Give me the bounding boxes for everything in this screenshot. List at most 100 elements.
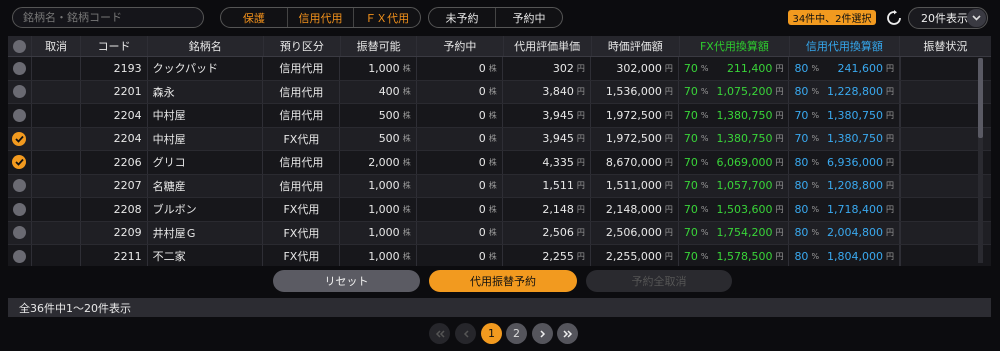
table-row[interactable]: 2204 中村屋 FX代用 500 株 0 株 3,945 円 1,972,500 円 70% 1,38… xyxy=(8,127,991,151)
unit-yen: 円 xyxy=(775,63,784,73)
table-row[interactable]: 2204 中村屋 信用代用 500 株 0 株 3,945 円 1,972,500 円 70% 1,38… xyxy=(8,104,991,128)
unit-yen: 円 xyxy=(576,181,585,191)
unchecked-icon[interactable] xyxy=(12,226,26,240)
row-select-checkbox[interactable] xyxy=(8,221,32,244)
filter-reserved-button[interactable]: 予約中 xyxy=(496,8,562,27)
kubun-cell: FX代用 xyxy=(263,245,341,266)
unit-price-cell: 3,945 円 xyxy=(503,104,591,127)
unit-pct: % xyxy=(700,87,709,97)
last-page-icon[interactable] xyxy=(557,323,578,344)
table-row[interactable]: 2206 グリコ 信用代用 2,000 株 0 株 4,335 円 8,670,000 円 70% 6,… xyxy=(8,151,991,175)
unit-yen: 円 xyxy=(576,251,585,261)
fx-amount-value: 211,400 xyxy=(726,61,773,75)
credit-pct-value: 70 xyxy=(794,108,809,122)
filter-hogo-button[interactable]: 保護 xyxy=(221,8,288,27)
row-select-checkbox[interactable] xyxy=(8,174,32,197)
unit-pct: % xyxy=(700,110,709,120)
cancel-all-button[interactable]: 予約全取消 xyxy=(586,270,732,292)
unit-yen: 円 xyxy=(775,251,784,261)
filter-fx-button[interactable]: ＦＸ代用 xyxy=(354,8,420,27)
name-cell: 井村屋Ｇ xyxy=(148,221,264,244)
row-select-checkbox[interactable] xyxy=(8,57,32,80)
unit-yen: 円 xyxy=(885,63,894,73)
credit-pct-value: 80 xyxy=(794,226,809,240)
reserve-transfer-button[interactable]: 代用振替予約 xyxy=(429,270,577,292)
unchecked-icon[interactable] xyxy=(12,61,26,75)
select-all-checkbox[interactable] xyxy=(8,36,32,56)
credit-pct-cell: 80% xyxy=(789,57,837,80)
unit-pct: % xyxy=(700,134,709,144)
unit-kabu: 株 xyxy=(488,204,497,214)
credit-amount-value: 1,718,400 xyxy=(827,202,883,216)
unchecked-icon[interactable] xyxy=(12,249,26,263)
reserved-value: 0 xyxy=(478,108,486,122)
table-row[interactable]: 2208 ブルボン FX代用 1,000 株 0 株 2,148 円 2,148,000 円 70% 1… xyxy=(8,198,991,222)
reserved-cell: 0株 xyxy=(417,221,503,244)
row-select-checkbox[interactable] xyxy=(8,127,32,150)
unit-yen: 円 xyxy=(775,87,784,97)
table-row[interactable]: 2201 森永 信用代用 400 株 0 株 3,840 円 1,536,000 円 70% 1,075… xyxy=(8,80,991,104)
table-row[interactable]: 2209 井村屋Ｇ FX代用 1,000 株 0 株 2,506 円 2,506,000 円 70% 1… xyxy=(8,221,991,245)
credit-amount-cell: 1,380,750 円 xyxy=(827,104,900,127)
table-row[interactable]: 2207 名糖産 信用代用 1,000 株 0 株 1,511 円 1,511,000 円 70% 1,… xyxy=(8,174,991,198)
unchecked-icon[interactable] xyxy=(12,108,26,122)
page-2-button[interactable]: 2 xyxy=(506,323,527,344)
unit-yen: 円 xyxy=(576,87,585,97)
row-select-checkbox[interactable] xyxy=(8,80,32,103)
market-value: 2,148,000 xyxy=(605,202,662,216)
refresh-icon[interactable] xyxy=(884,8,904,28)
unchecked-icon[interactable] xyxy=(12,85,26,99)
unit-price-cell: 2,255 円 xyxy=(503,245,591,266)
unit-yen: 円 xyxy=(885,228,894,238)
prev-page-icon[interactable] xyxy=(455,323,476,344)
page-1-button[interactable]: 1 xyxy=(481,323,502,344)
filter-shinyo-button[interactable]: 信用代用 xyxy=(288,8,355,27)
market-value: 1,972,500 xyxy=(605,132,662,146)
table-row[interactable]: 2211 不二家 FX代用 1,000 株 0 株 2,255 円 2,255,000 円 70% 1,… xyxy=(8,245,991,266)
credit-pct-value: 80 xyxy=(794,179,809,193)
reservation-filter: 未予約 予約中 xyxy=(428,7,563,28)
table-scrollbar[interactable] xyxy=(978,58,983,263)
cancel-cell xyxy=(32,245,82,266)
unchecked-icon[interactable] xyxy=(12,179,26,193)
first-page-icon[interactable] xyxy=(429,323,450,344)
unchecked-icon[interactable] xyxy=(12,202,26,216)
code-cell: 2204 xyxy=(81,104,148,127)
unit-kabu: 株 xyxy=(402,204,411,214)
row-select-checkbox[interactable] xyxy=(8,245,32,266)
unit-price-cell: 3,840 円 xyxy=(503,80,591,103)
checked-icon[interactable] xyxy=(12,155,27,170)
unit-pct: % xyxy=(700,157,709,167)
fx-amount-value: 1,503,600 xyxy=(716,202,773,216)
credit-amount-value: 1,380,750 xyxy=(827,108,883,122)
unit-yen: 円 xyxy=(664,251,673,261)
search-input[interactable]: 銘柄名・銘柄コード xyxy=(12,7,204,28)
next-page-icon[interactable] xyxy=(532,323,553,344)
col-header-name: 銘柄名 xyxy=(148,36,264,56)
reset-button[interactable]: リセット xyxy=(273,270,420,292)
table-row[interactable]: 2193 クックパッド 信用代用 1,000 株 0 株 302 円 302,000 円 70% 211… xyxy=(8,57,991,81)
kubun-cell: 信用代用 xyxy=(263,57,341,80)
fx-pct-value: 70 xyxy=(683,155,698,169)
filter-unreserved-button[interactable]: 未予約 xyxy=(429,8,496,27)
code-cell: 2207 xyxy=(81,174,148,197)
unit-price-cell: 2,506 円 xyxy=(503,221,591,244)
checked-icon[interactable] xyxy=(12,131,27,146)
row-select-checkbox[interactable] xyxy=(8,198,32,221)
cancel-cell xyxy=(32,57,82,80)
per-page-select[interactable]: 20件表示 xyxy=(908,7,988,29)
name-cell: クックパッド xyxy=(148,57,264,80)
row-select-checkbox[interactable] xyxy=(8,104,32,127)
unit-pct: % xyxy=(811,251,820,261)
market-value: 1,536,000 xyxy=(605,85,662,99)
market-value-cell: 1,972,500 円 xyxy=(591,127,679,150)
market-value: 2,255,000 xyxy=(605,249,662,263)
kubun-cell: FX代用 xyxy=(263,127,341,150)
market-value-cell: 2,148,000 円 xyxy=(591,198,679,221)
scrollbar-thumb[interactable] xyxy=(978,58,983,138)
col-header-reserved: 予約中 xyxy=(417,36,504,56)
toolbar: 銘柄名・銘柄コード 保護 信用代用 ＦＸ代用 未予約 予約中 34件中、2件選択… xyxy=(0,0,1000,36)
row-select-checkbox[interactable] xyxy=(8,151,32,174)
market-value-cell: 1,536,000 円 xyxy=(591,80,679,103)
fx-pct-value: 70 xyxy=(683,85,698,99)
